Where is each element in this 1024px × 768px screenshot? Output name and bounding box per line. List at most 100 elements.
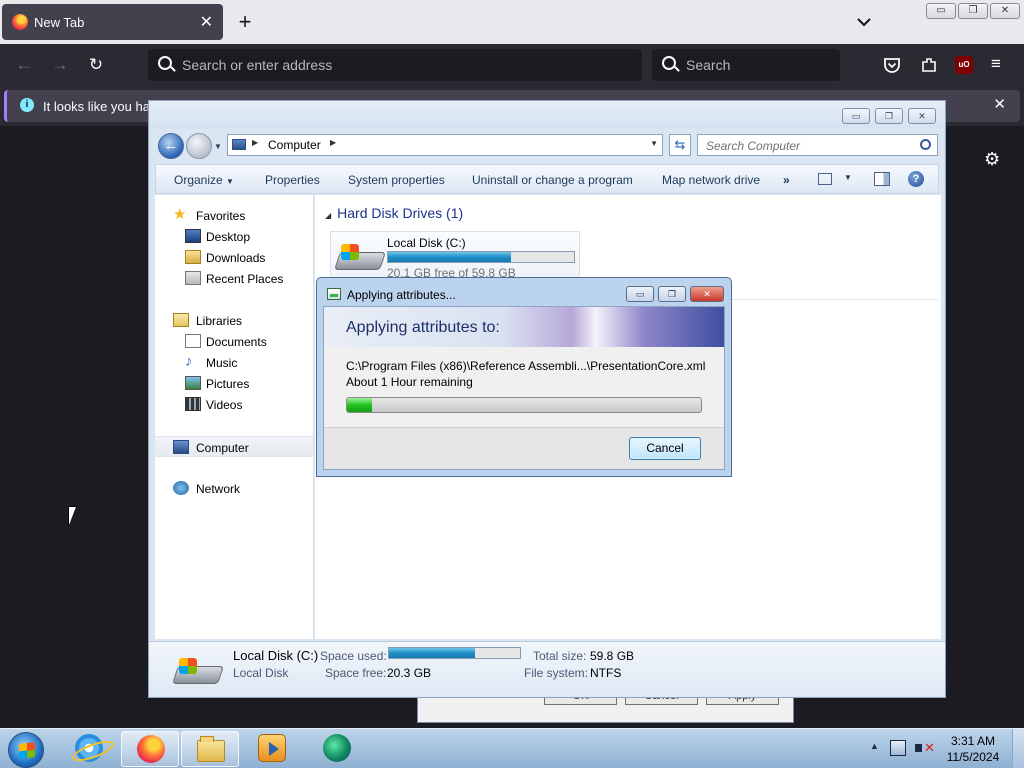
restore-button[interactable]: ❐: [958, 3, 988, 19]
minimize-button[interactable]: ▭: [926, 3, 956, 19]
videos-icon: [185, 397, 201, 411]
taskbar-internet-explorer[interactable]: [60, 731, 118, 767]
taskbar-edge[interactable]: [308, 731, 366, 767]
nav-pictures[interactable]: Pictures: [155, 373, 313, 394]
system-clock[interactable]: 3:31 AM 11/5/2024: [936, 733, 1010, 765]
minimize-button[interactable]: ▭: [842, 108, 870, 124]
uninstall-program-button[interactable]: Uninstall or change a program: [472, 173, 633, 187]
tab-title: New Tab: [34, 15, 85, 30]
menu-icon[interactable]: ≡: [991, 54, 1007, 74]
search-computer-box[interactable]: Search Computer: [697, 134, 938, 156]
notification-close-button[interactable]: ✕: [993, 95, 1006, 113]
help-icon[interactable]: ?: [908, 171, 924, 187]
nav-documents[interactable]: Documents: [155, 331, 313, 352]
address-bar[interactable]: ▶ Computer ▶ ▼: [227, 134, 663, 156]
nav-network[interactable]: Network: [155, 478, 313, 499]
tab-new-tab[interactable]: New Tab ✕: [2, 4, 223, 40]
cancel-button[interactable]: Cancel: [629, 437, 701, 460]
network-tray-icon[interactable]: [890, 740, 906, 756]
nav-label: Downloads: [206, 251, 266, 265]
ublock-icon[interactable]: uO: [955, 56, 973, 74]
system-properties-button[interactable]: System properties: [348, 173, 445, 187]
volume-muted-icon[interactable]: ✕: [915, 740, 935, 756]
start-button[interactable]: [8, 732, 44, 768]
close-window-button[interactable]: ✕: [990, 3, 1020, 19]
close-button[interactable]: ✕: [690, 286, 724, 302]
settings-gear-icon[interactable]: ⚙: [984, 150, 1002, 168]
internet-explorer-icon: [75, 734, 103, 762]
firefox-icon: [137, 735, 165, 763]
file-system-label: File system:: [524, 666, 589, 680]
collapse-triangle-icon[interactable]: ◢: [325, 211, 331, 220]
view-dropdown-icon[interactable]: ▼: [844, 173, 852, 182]
explorer-titlebar[interactable]: ▭ ❐ ✕: [149, 101, 945, 129]
space-free-value: 20.3 GB: [387, 666, 432, 680]
url-bar[interactable]: Search or enter address: [148, 49, 642, 81]
recent-pages-dropdown-icon[interactable]: ▼: [214, 142, 222, 151]
back-icon[interactable]: ←: [12, 54, 36, 76]
drive-tile-local-disk[interactable]: Local Disk (C:) 20.1 GB free of 59.8 GB: [330, 231, 580, 281]
back-arrow-icon[interactable]: ←: [158, 133, 184, 159]
search-bar[interactable]: Search: [652, 49, 840, 81]
extensions-icon[interactable]: [920, 56, 938, 74]
properties-button[interactable]: Properties: [265, 173, 320, 187]
applying-attributes-dialog: Applying attributes... ▭ ❐ ✕ Applying at…: [316, 277, 732, 477]
show-hidden-icons-icon[interactable]: ▲: [870, 741, 879, 751]
navigation-toolbar: ← → ↻ Search or enter address Search uO …: [0, 44, 1024, 86]
nav-desktop[interactable]: Desktop: [155, 226, 313, 247]
preview-pane-icon[interactable]: [874, 172, 890, 186]
firefox-tab-strip: New Tab ✕ + ▭ ❐ ✕: [0, 0, 1024, 44]
pocket-icon[interactable]: [883, 56, 901, 74]
address-dropdown-icon[interactable]: ▼: [650, 139, 658, 148]
space-free-label: Space free:: [325, 666, 387, 680]
nav-label: Pictures: [206, 377, 250, 391]
reload-icon[interactable]: ↻: [84, 54, 108, 76]
nav-label: Network: [196, 482, 241, 496]
maximize-button[interactable]: ❐: [875, 108, 903, 124]
tab-close-button[interactable]: ✕: [200, 12, 213, 32]
clock-time: 3:31 AM: [950, 734, 996, 748]
taskbar-firefox[interactable]: [121, 731, 179, 767]
breadcrumb-arrow-icon[interactable]: ▶: [330, 138, 336, 147]
group-header[interactable]: ◢ Hard Disk Drives (1): [325, 205, 463, 221]
maximize-button[interactable]: ❐: [658, 286, 686, 302]
media-player-icon: [258, 734, 286, 762]
refresh-icon[interactable]: ⇆: [669, 134, 691, 156]
nav-favorites[interactable]: ★ Favorites: [155, 205, 313, 226]
taskbar-media-player[interactable]: [243, 731, 301, 767]
show-desktop-button[interactable]: [1012, 729, 1024, 768]
search-icon: [920, 139, 931, 150]
map-network-drive-button[interactable]: Map network drive: [662, 173, 760, 187]
windows-logo-icon: [19, 742, 35, 759]
change-view-icon[interactable]: [818, 173, 832, 185]
nav-music[interactable]: ♪ Music: [155, 352, 313, 373]
url-input[interactable]: Search or enter address: [182, 57, 332, 73]
forward-icon[interactable]: →: [48, 54, 72, 76]
nav-computer[interactable]: Computer: [155, 436, 313, 457]
search-computer-input[interactable]: Search Computer: [706, 139, 800, 153]
list-all-tabs-icon[interactable]: [852, 10, 876, 34]
organize-label: Organize: [174, 173, 223, 187]
nav-downloads[interactable]: Downloads: [155, 247, 313, 268]
details-drive-name: Local Disk (C:): [233, 648, 319, 663]
search-input[interactable]: Search: [686, 57, 730, 73]
nav-libraries[interactable]: Libraries: [155, 310, 313, 331]
nav-videos[interactable]: Videos: [155, 394, 313, 415]
nav-recent-places[interactable]: Recent Places: [155, 268, 313, 289]
minimize-button[interactable]: ▭: [626, 286, 654, 302]
breadcrumb-computer[interactable]: Computer: [268, 138, 321, 152]
close-button[interactable]: ✕: [908, 108, 936, 124]
address-row: ← ▼ ▶ Computer ▶ ▼ ⇆ Search Computer: [149, 129, 945, 163]
dialog-footer: Cancel: [324, 427, 724, 469]
space-used-bar: [388, 647, 521, 659]
organize-button[interactable]: Organize ▼: [174, 173, 234, 187]
taskbar-windows-explorer[interactable]: [181, 731, 239, 767]
nav-label: Favorites: [196, 209, 246, 223]
details-pane: Local Disk (C:) Local Disk Space used: S…: [149, 641, 945, 697]
more-commands-button[interactable]: »: [783, 173, 790, 187]
breadcrumb-arrow-icon[interactable]: ▶: [252, 138, 258, 147]
time-remaining: About 1 Hour remaining: [346, 375, 473, 389]
forward-arrow-icon[interactable]: [186, 133, 212, 159]
new-tab-button[interactable]: +: [234, 8, 256, 36]
info-icon: i: [20, 98, 34, 112]
